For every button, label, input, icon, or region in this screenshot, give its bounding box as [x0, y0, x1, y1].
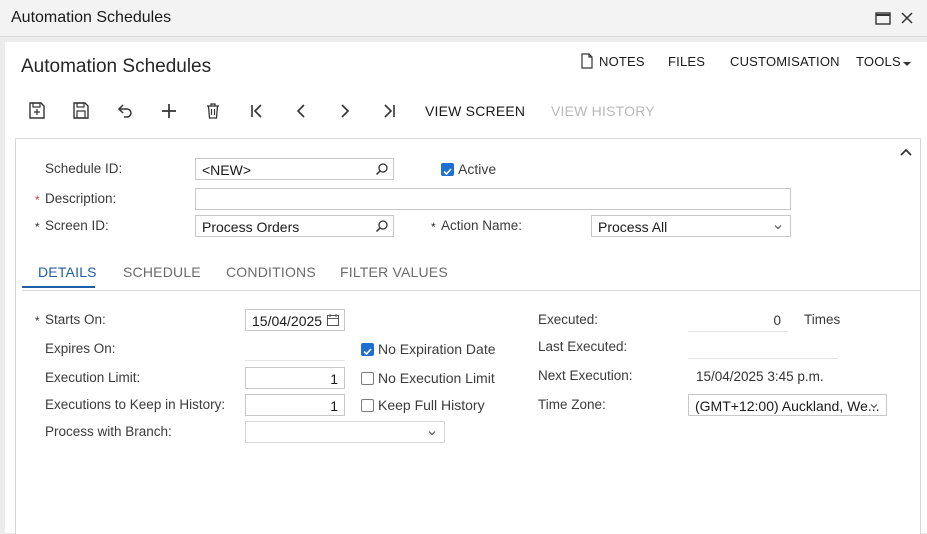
- keep-full-history-label: Keep Full History: [378, 397, 485, 413]
- screen-id-label: Screen ID:: [45, 218, 109, 233]
- executed-label: Executed:: [538, 312, 599, 327]
- starts-on-value: 15/04/2025: [252, 313, 323, 329]
- collapse-icon[interactable]: [899, 145, 913, 161]
- executed-underline: [688, 331, 788, 332]
- tab-details[interactable]: DETAILS: [38, 264, 97, 280]
- required-mark: *: [35, 220, 40, 234]
- window-titlebar: Automation Schedules: [0, 0, 927, 37]
- executed-value: 0: [773, 313, 781, 328]
- execution-limit-field[interactable]: 1: [245, 367, 345, 389]
- maximize-icon[interactable]: [874, 9, 892, 27]
- keep-history-field[interactable]: 1: [245, 394, 345, 416]
- previous-record-icon[interactable]: [290, 100, 312, 122]
- time-zone-label: Time Zone:: [538, 397, 606, 412]
- main-panel: Automation Schedules NOTES FILES CUSTOMI…: [5, 42, 927, 534]
- starts-on-label: Starts On:: [45, 312, 106, 327]
- tab-filter-values[interactable]: FILTER VALUES: [340, 264, 448, 280]
- tab-conditions[interactable]: CONDITIONS: [226, 264, 316, 280]
- files-link[interactable]: FILES: [668, 54, 705, 69]
- active-checkbox[interactable]: [441, 163, 454, 176]
- tools-menu[interactable]: TOOLS: [856, 54, 901, 69]
- window-title: Automation Schedules: [11, 9, 172, 26]
- chevron-down-icon[interactable]: [426, 426, 440, 440]
- time-zone-select[interactable]: (GMT+12:00) Auckland, We...: [688, 394, 887, 416]
- screen-id-field[interactable]: Process Orders: [195, 215, 394, 237]
- required-mark: *: [35, 314, 40, 328]
- starts-on-field[interactable]: 15/04/2025: [245, 309, 345, 331]
- customisation-link[interactable]: CUSTOMISATION: [730, 54, 840, 69]
- search-icon[interactable]: [375, 219, 389, 233]
- form-area: Schedule ID: <NEW> Active * Description:…: [15, 138, 921, 534]
- screen-id-value: Process Orders: [202, 219, 300, 235]
- last-executed-label: Last Executed:: [538, 339, 628, 354]
- required-mark: *: [431, 220, 436, 234]
- add-icon[interactable]: [158, 100, 180, 122]
- branch-label: Process with Branch:: [45, 424, 172, 439]
- last-record-icon[interactable]: [378, 100, 400, 122]
- next-execution-label: Next Execution:: [538, 368, 633, 383]
- next-execution-value: 15/04/2025 3:45 p.m.: [696, 369, 824, 384]
- branch-select[interactable]: [245, 421, 445, 443]
- required-mark: *: [35, 193, 40, 207]
- execution-limit-value: 1: [330, 371, 338, 387]
- view-screen-button[interactable]: VIEW SCREEN: [425, 103, 525, 119]
- search-icon[interactable]: [375, 162, 389, 176]
- tab-divider: [22, 290, 920, 291]
- executed-unit: Times: [804, 312, 841, 327]
- save-and-close-icon[interactable]: [26, 100, 48, 122]
- keep-full-history-checkbox[interactable]: [361, 399, 374, 412]
- active-label: Active: [458, 161, 497, 177]
- schedule-id-field[interactable]: <NEW>: [195, 158, 394, 180]
- expires-on-label: Expires On:: [45, 341, 116, 356]
- notes-icon[interactable]: [580, 53, 594, 72]
- save-icon[interactable]: [70, 100, 92, 122]
- time-zone-value: (GMT+12:00) Auckland, We...: [695, 398, 880, 414]
- no-expiration-checkbox[interactable]: [361, 343, 374, 356]
- close-icon[interactable]: [898, 9, 916, 27]
- action-name-select[interactable]: Process All: [591, 215, 791, 237]
- action-name-label: Action Name:: [441, 218, 523, 233]
- no-execution-limit-checkbox[interactable]: [361, 372, 374, 385]
- last-executed-underline: [688, 358, 838, 359]
- keep-history-value: 1: [330, 398, 338, 414]
- chevron-down-icon[interactable]: [868, 399, 882, 413]
- view-history-button[interactable]: VIEW HISTORY: [551, 103, 655, 119]
- description-label: Description:: [45, 191, 117, 206]
- expires-on-field: [245, 360, 345, 361]
- first-record-icon[interactable]: [246, 100, 268, 122]
- tools-caret-icon[interactable]: [902, 56, 912, 71]
- undo-icon[interactable]: [114, 100, 136, 122]
- execution-limit-label: Execution Limit:: [45, 370, 141, 385]
- chevron-down-icon[interactable]: [772, 220, 786, 234]
- tab-schedule[interactable]: SCHEDULE: [123, 264, 201, 280]
- keep-history-label: Executions to Keep in History:: [45, 397, 226, 412]
- calendar-icon[interactable]: [326, 313, 340, 327]
- page-title: Automation Schedules: [21, 56, 212, 77]
- schedule-id-value: <NEW>: [202, 162, 252, 178]
- description-field[interactable]: [195, 188, 791, 210]
- next-record-icon[interactable]: [334, 100, 356, 122]
- delete-icon[interactable]: [202, 100, 224, 122]
- notes-link[interactable]: NOTES: [599, 54, 645, 69]
- no-execution-limit-label: No Execution Limit: [378, 370, 495, 386]
- action-name-value: Process All: [598, 219, 668, 235]
- active-tab-indicator: [22, 286, 95, 288]
- no-expiration-label: No Expiration Date: [378, 341, 496, 357]
- schedule-id-label: Schedule ID:: [45, 161, 123, 176]
